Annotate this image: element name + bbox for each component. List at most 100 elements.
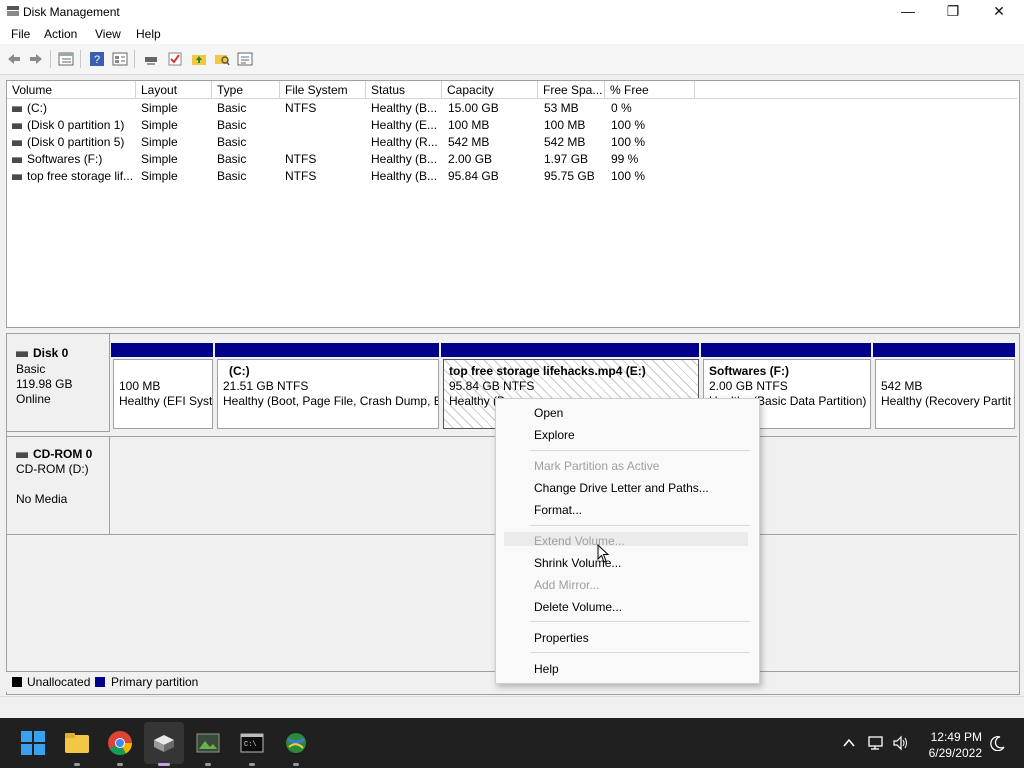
column-header-type[interactable]: Type xyxy=(212,81,280,99)
app-running-indicator xyxy=(205,763,211,766)
cdrom0-label[interactable]: CD-ROM 0 CD-ROM (D:) No Media xyxy=(7,436,110,535)
help-icon[interactable]: ? xyxy=(89,51,105,67)
status-cell: Healthy (B... xyxy=(371,101,438,115)
drive-icon xyxy=(12,173,22,180)
cdrom0-title: CD-ROM 0 xyxy=(16,447,92,461)
menu-help[interactable]: Help xyxy=(136,27,161,41)
menu-add-mirror[interactable]: Add Mirror... xyxy=(534,578,599,592)
title-bar: Disk Management — ❐ ✕ xyxy=(0,0,1024,24)
cdrom0-media: No Media xyxy=(16,492,68,506)
menu-delete-volume[interactable]: Delete Volume... xyxy=(534,600,622,614)
partition-title xyxy=(881,364,1009,379)
connect-icon[interactable] xyxy=(143,51,159,67)
toolbar: ? xyxy=(0,44,1024,75)
drive-icon xyxy=(12,156,22,163)
status-cell: Healthy (E... xyxy=(371,118,438,132)
file-system-cell: NTFS xyxy=(285,101,317,115)
app-running-indicator xyxy=(293,763,299,766)
close-button[interactable]: ✕ xyxy=(976,0,1022,24)
partition-c[interactable]: (C:) 21.51 GB NTFS Healthy (Boot, Page F… xyxy=(217,359,439,429)
app-running-indicator xyxy=(74,763,80,766)
volume-icon[interactable] xyxy=(892,735,910,751)
disk0-name: Disk 0 xyxy=(33,346,69,360)
column-header-empty xyxy=(695,81,1017,99)
free-space-cell: 95.75 GB xyxy=(544,169,595,183)
capacity-cell: 2.00 GB xyxy=(448,152,493,166)
menu-help-item[interactable]: Help xyxy=(534,662,559,676)
app-running-indicator xyxy=(117,763,123,766)
menu-extend-volume[interactable]: Extend Volume... xyxy=(534,534,625,548)
cdrom0-drive: CD-ROM (D:) xyxy=(16,462,89,476)
table-row[interactable]: top free storage lif... Simple Basic NTF… xyxy=(7,168,1017,185)
volume-name: top free storage lif... xyxy=(27,169,134,183)
partition-title: (C:) xyxy=(229,364,250,378)
column-header-percent-free[interactable]: % Free xyxy=(605,81,695,99)
chevron-up-icon[interactable] xyxy=(842,737,856,749)
table-row[interactable]: (C:) Simple Basic NTFS Healthy (B... 15.… xyxy=(7,100,1017,117)
disk-management-icon[interactable] xyxy=(151,730,177,756)
cdrom-icon xyxy=(16,451,28,458)
hard-disk-icon xyxy=(16,350,28,357)
column-header-free-space[interactable]: Free Spa... xyxy=(538,81,605,99)
terminal-icon[interactable]: C:\ xyxy=(239,730,265,756)
file-system-cell: NTFS xyxy=(285,152,317,166)
network-icon[interactable] xyxy=(868,735,886,751)
taskbar-clock[interactable]: 12:49 PM 6/29/2022 xyxy=(920,729,982,761)
table-row[interactable]: (Disk 0 partition 1) Simple Basic Health… xyxy=(7,117,1017,134)
toolbar-separator xyxy=(134,50,135,68)
menu-action[interactable]: Action xyxy=(44,27,77,41)
volume-name: (C:) xyxy=(27,101,47,115)
mouse-cursor-icon xyxy=(597,544,610,563)
disk0-label[interactable]: Disk 0 Basic 119.98 GB Online xyxy=(7,334,110,432)
primary-partition-swatch xyxy=(95,677,105,687)
partition-recovery[interactable]: 542 MB Healthy (Recovery Partit xyxy=(875,359,1015,429)
disk-list-icon[interactable] xyxy=(112,51,128,67)
free-space-cell: 1.97 GB xyxy=(544,152,589,166)
forward-icon[interactable] xyxy=(28,51,44,67)
disk0-size: 119.98 GB xyxy=(16,377,73,391)
table-row[interactable]: (Disk 0 partition 5) Simple Basic Health… xyxy=(7,134,1017,151)
layout-cell: Simple xyxy=(141,152,178,166)
properties-icon[interactable] xyxy=(237,51,253,67)
windows-start-icon[interactable] xyxy=(20,730,46,756)
minimize-button[interactable]: — xyxy=(885,0,931,24)
drive-icon xyxy=(12,105,22,112)
drive-icon xyxy=(12,122,22,129)
partition-status: Healthy (EFI Syst xyxy=(119,394,213,408)
menu-change-drive-letter[interactable]: Change Drive Letter and Paths... xyxy=(534,481,709,495)
partition-header-bar xyxy=(701,343,871,357)
list-view-icon[interactable] xyxy=(58,51,74,67)
menu-file[interactable]: File xyxy=(11,27,30,41)
notification-moon-icon[interactable] xyxy=(990,735,1006,751)
back-icon[interactable] xyxy=(6,51,22,67)
volume-name: Softwares (F:) xyxy=(27,152,103,166)
column-header-capacity[interactable]: Capacity xyxy=(442,81,538,99)
table-row[interactable]: Softwares (F:) Simple Basic NTFS Healthy… xyxy=(7,151,1017,168)
column-header-layout[interactable]: Layout xyxy=(136,81,212,99)
volume-cell: (C:) xyxy=(12,100,47,117)
partition-efi[interactable]: 100 MB Healthy (EFI Syst xyxy=(113,359,213,429)
network-globe-icon[interactable] xyxy=(283,730,309,756)
menu-open[interactable]: Open xyxy=(534,406,563,420)
menu-properties[interactable]: Properties xyxy=(534,631,589,645)
maximize-button[interactable]: ❐ xyxy=(930,0,976,24)
partition-title: top free storage lifehacks.mp4 (E:) xyxy=(449,364,646,378)
column-header-file-system[interactable]: File System xyxy=(280,81,366,99)
check-icon[interactable] xyxy=(167,51,183,67)
menu-mark-active[interactable]: Mark Partition as Active xyxy=(534,459,659,473)
column-header-volume[interactable]: Volume xyxy=(7,81,136,99)
volume-name: (Disk 0 partition 1) xyxy=(27,118,125,132)
toolbar-separator xyxy=(50,50,51,68)
menu-format[interactable]: Format... xyxy=(534,503,582,517)
chrome-icon[interactable] xyxy=(107,730,133,756)
search-folder-icon[interactable] xyxy=(214,51,230,67)
partition-status: Healthy (Recovery Partit xyxy=(881,394,1012,408)
layout-cell: Simple xyxy=(141,118,178,132)
menu-view[interactable]: View xyxy=(95,27,121,41)
file-explorer-icon[interactable] xyxy=(64,730,90,756)
column-header-status[interactable]: Status xyxy=(366,81,442,99)
folder-up-icon[interactable] xyxy=(191,51,207,67)
image-viewer-icon[interactable] xyxy=(195,730,221,756)
partition-title xyxy=(119,364,207,379)
menu-explore[interactable]: Explore xyxy=(534,428,575,442)
